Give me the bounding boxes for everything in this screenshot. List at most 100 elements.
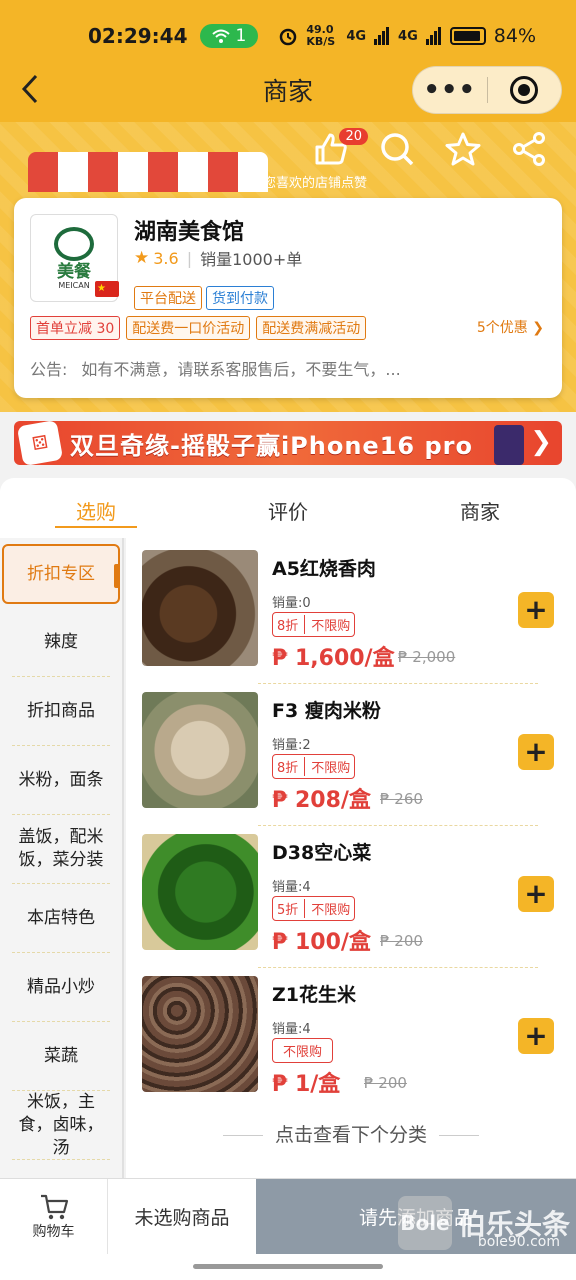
- category-sidebar: 折扣专区 辣度 折扣商品 米粉，面条 盖饭，配米饭，菜分装 本店特色 精品小炒 …: [0, 538, 124, 1178]
- logo-text: 美餐: [57, 261, 91, 282]
- star-icon: [445, 132, 481, 166]
- promo-tags: 首单立减 30 配送费一口价活动 配送费满减活动: [30, 316, 367, 340]
- shop-notice[interactable]: 公告: 如有不满意，请联系客服售后，不要生气，...: [30, 356, 540, 380]
- product-item[interactable]: F3 瘦肉米粉 销量:2 8折 不限购 ₱ 208/盒 ₱ 260 +: [142, 684, 554, 814]
- product-image: [142, 976, 258, 1092]
- alarm-icon: [280, 28, 297, 46]
- category-item-rice-dishes[interactable]: 盖饭，配米饭，菜分装: [12, 815, 110, 884]
- product-name: F3 瘦肉米粉: [272, 700, 381, 722]
- signal-bars-icon-2: [425, 27, 441, 45]
- product-sales: 销量:4: [272, 880, 311, 895]
- shop-logo[interactable]: 美餐 MEICAN ★: [30, 214, 119, 302]
- more-promotions-link[interactable]: 5个优惠 ❯: [477, 317, 544, 337]
- category-item-discount-zone[interactable]: 折扣专区: [2, 544, 120, 604]
- watermark-url: bole90.com: [477, 1234, 560, 1250]
- purchase-limit: 不限购: [311, 903, 351, 918]
- product-original-price: ₱ 260: [380, 790, 423, 808]
- tab-shop[interactable]: 选购: [0, 478, 192, 538]
- title-bar: 商家 •••: [0, 58, 576, 122]
- add-to-cart-button[interactable]: +: [518, 734, 554, 770]
- discount-rate: 8折: [277, 615, 306, 634]
- cart-label: 购物车: [32, 1223, 75, 1240]
- product-original-price: ₱ 200: [364, 1074, 407, 1092]
- wifi-icon: [211, 29, 230, 43]
- rating-divider: |: [186, 248, 193, 268]
- product-original-price: ₱ 200: [380, 932, 423, 950]
- signal-4g-2: 4G: [398, 28, 418, 44]
- plus-icon: +: [524, 735, 548, 768]
- purchase-limit: 不限购: [311, 619, 351, 634]
- add-to-cart-button[interactable]: +: [518, 876, 554, 912]
- phone-illustration: [494, 425, 524, 465]
- battery-percent: 84%: [493, 25, 536, 47]
- shop-rating: ★ 3.6 | 销量1000+单: [134, 246, 302, 270]
- category-item-vegetables[interactable]: 菜蔬: [12, 1022, 110, 1091]
- notice-text: 如有不满意，请联系客服售后，不要生气，...: [81, 360, 401, 379]
- tab-reviews[interactable]: 评价: [192, 478, 384, 538]
- product-list: A5红烧香肉 销量:0 8折 不限购 ₱ 1,600/盒 ₱ 2,000 + F…: [126, 538, 576, 1178]
- service-tags: 平台配送 货到付款: [134, 286, 274, 310]
- chevron-right-icon: ❯: [532, 320, 544, 336]
- promo-banner-text: 双旦奇缘-摇骰子赢iPhone16 pro: [70, 431, 473, 460]
- next-category-link[interactable]: 点击查看下个分类: [126, 1120, 576, 1147]
- category-item-specialties[interactable]: 本店特色: [12, 884, 110, 953]
- more-button[interactable]: •••: [413, 75, 487, 105]
- category-item-staples[interactable]: 米饭，主食，卤味，汤: [12, 1091, 110, 1160]
- promo-banner[interactable]: ⚄ 双旦奇缘-摇骰子赢iPhone16 pro ❯: [14, 421, 562, 465]
- product-sales: 销量:4: [272, 1022, 311, 1037]
- discount-rate: 5折: [277, 899, 306, 918]
- discount-rate: 8折: [277, 757, 306, 776]
- share-button[interactable]: [510, 130, 548, 168]
- close-mini-program-button[interactable]: [488, 76, 562, 104]
- product-image: [142, 550, 258, 666]
- category-item-stir-fry[interactable]: 精品小炒: [12, 953, 110, 1022]
- promo-tag: 配送费一口价活动: [126, 316, 251, 340]
- back-button[interactable]: [18, 72, 42, 114]
- net-speed: 49.0 KB/S: [306, 23, 336, 48]
- category-item-noodles[interactable]: 米粉，面条: [12, 746, 110, 815]
- status-time: 02:29:44: [88, 24, 188, 48]
- product-item[interactable]: Z1花生米 销量:4 不限购 ₱ 1/盒 ₱ 200 +: [142, 968, 554, 1098]
- home-indicator-bar: [193, 1264, 383, 1269]
- category-item-spiciness[interactable]: 辣度: [12, 608, 110, 677]
- status-right: 49.0 KB/S 4G 4G 84%: [278, 24, 536, 48]
- product-price: ₱ 1,600/盒: [272, 646, 395, 671]
- category-item-discount-products[interactable]: 折扣商品: [12, 677, 110, 746]
- china-flag-icon: ★: [95, 281, 119, 297]
- shopping-cart-icon: [40, 1194, 68, 1219]
- product-sales: 销量:0: [272, 596, 311, 611]
- promo-more-label: 5个优惠: [476, 320, 528, 336]
- logo-subtext: MEICAN: [58, 280, 90, 290]
- cart-summary: 未选购商品: [134, 1207, 230, 1229]
- like-hint: 为您喜欢的店铺点赞: [250, 176, 368, 191]
- add-to-cart-button[interactable]: +: [518, 592, 554, 628]
- favorite-button[interactable]: [444, 130, 482, 168]
- watermark-badge: Bole: [397, 1196, 452, 1250]
- product-name: Z1花生米: [272, 984, 356, 1006]
- signal-bars-icon: [374, 27, 390, 45]
- product-item[interactable]: D38空心菜 销量:4 5折 不限购 ₱ 100/盒 ₱ 200 +: [142, 826, 554, 956]
- promo-tag: 首单立减 30: [30, 316, 121, 340]
- product-image: [142, 834, 258, 950]
- notice-label: 公告:: [30, 360, 68, 379]
- service-tag: 平台配送: [134, 286, 202, 310]
- like-button[interactable]: 20: [312, 128, 368, 168]
- wifi-hotspot-badge: 1: [199, 24, 259, 48]
- search-button[interactable]: [378, 130, 416, 168]
- product-item[interactable]: A5红烧香肉 销量:0 8折 不限购 ₱ 1,600/盒 ₱ 2,000 +: [142, 542, 554, 672]
- purchase-limit: 不限购: [311, 761, 351, 776]
- add-to-cart-button[interactable]: +: [518, 1018, 554, 1054]
- hero-actions: 20: [312, 128, 548, 168]
- purchase-limit: 不限购: [283, 1045, 323, 1060]
- cart-button[interactable]: 购物车: [0, 1179, 108, 1254]
- signal-4g-1: 4G: [346, 28, 367, 44]
- shop-name: 湖南美食馆: [134, 220, 245, 245]
- product-name: D38空心菜: [272, 842, 372, 864]
- product-price: ₱ 100/盒: [272, 930, 371, 955]
- tab-merchant[interactable]: 商家: [384, 478, 576, 538]
- shop-tabs: 选购 评价 商家: [0, 478, 576, 538]
- product-image: [142, 692, 258, 808]
- shop-info-card: 美餐 MEICAN ★ 湖南美食馆 ★ 3.6 | 销量1000+单 平台配送 …: [14, 198, 562, 398]
- logo-mark: [54, 226, 94, 261]
- rating-score: 3.6: [153, 248, 179, 268]
